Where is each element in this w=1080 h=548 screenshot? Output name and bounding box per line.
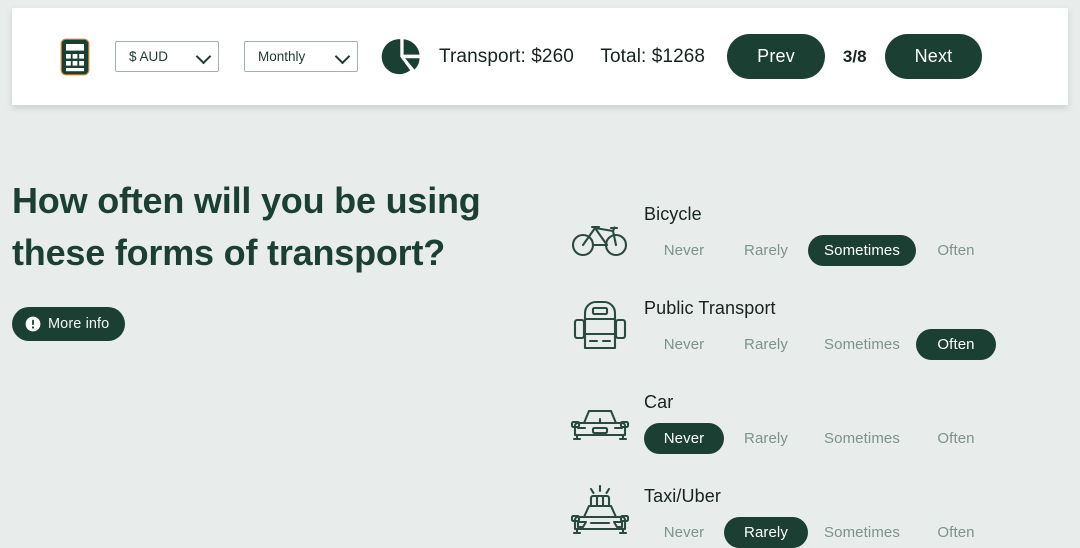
info-exclamation-icon: [25, 316, 41, 332]
car-icon-wrap: [568, 406, 632, 454]
summary-text: Transport: $260 Total: $1268: [439, 46, 705, 68]
next-button[interactable]: Next: [884, 34, 983, 79]
summary-toolbar: $ AUD Monthly Transport: $260 Total: $12…: [12, 8, 1068, 105]
bus-icon-wrap: [568, 300, 632, 360]
page-indicator: 3/8: [842, 46, 867, 66]
transport-label: Bicycle: [644, 204, 702, 224]
calculator-icon: [60, 38, 90, 75]
frequency-options: Never Rarely Sometimes Often: [644, 517, 1068, 548]
transport-frequency-list: Bicycle Never Rarely Sometimes Often Pub…: [568, 172, 1068, 548]
frequency-select[interactable]: Monthly: [244, 41, 358, 72]
transport-row-body: Bicycle Never Rarely Sometimes Often: [632, 204, 1068, 266]
option-never[interactable]: Never: [644, 423, 724, 454]
bicycle-icon: [571, 225, 628, 257]
transport-label: Taxi/Uber: [644, 486, 721, 506]
grand-total: Total: $1268: [600, 45, 706, 67]
option-often[interactable]: Often: [916, 329, 996, 360]
option-never[interactable]: Never: [644, 235, 724, 266]
currency-select-wrap[interactable]: $ AUD: [115, 41, 219, 72]
option-rarely[interactable]: Rarely: [724, 329, 808, 360]
transport-label: Public Transport: [644, 298, 776, 318]
bicycle-icon-wrap: [568, 218, 632, 266]
question-panel: How often will you be using these forms …: [12, 175, 532, 341]
frequency-select-wrap[interactable]: Monthly: [244, 41, 358, 72]
option-sometimes[interactable]: Sometimes: [808, 235, 916, 266]
page-title: How often will you be using these forms …: [12, 180, 481, 273]
category-total: Transport: $260: [439, 45, 574, 67]
option-sometimes[interactable]: Sometimes: [808, 329, 916, 360]
frequency-options: Never Rarely Sometimes Often: [644, 235, 1068, 266]
transport-label: Car: [644, 392, 674, 412]
transport-row-body: Public Transport Never Rarely Sometimes …: [632, 298, 1068, 360]
currency-select[interactable]: $ AUD: [115, 41, 219, 72]
option-often[interactable]: Often: [916, 235, 996, 266]
frequency-options: Never Rarely Sometimes Often: [644, 329, 1068, 360]
car-icon: [571, 409, 629, 441]
transport-row-body: Taxi/Uber Never Rarely Sometimes Often: [632, 486, 1068, 548]
transport-row: Bicycle Never Rarely Sometimes Often: [568, 172, 1068, 266]
option-rarely[interactable]: Rarely: [724, 235, 808, 266]
pie-chart-icon: [381, 38, 420, 74]
option-rarely[interactable]: Rarely: [724, 517, 808, 548]
option-often[interactable]: Often: [916, 517, 996, 548]
more-info-label: More info: [48, 316, 110, 332]
prev-button[interactable]: Prev: [727, 34, 825, 79]
option-rarely[interactable]: Rarely: [724, 423, 808, 454]
transport-row: Public Transport Never Rarely Sometimes …: [568, 266, 1068, 360]
transport-row: Taxi/Uber Never Rarely Sometimes Often: [568, 454, 1068, 548]
taxi-icon: [571, 484, 629, 535]
more-info-button[interactable]: More info: [12, 307, 126, 341]
transport-row-body: Car Never Rarely Sometimes Often: [632, 392, 1068, 454]
bus-icon: [573, 300, 627, 350]
option-never[interactable]: Never: [644, 329, 724, 360]
option-sometimes[interactable]: Sometimes: [808, 517, 916, 548]
transport-row: Car Never Rarely Sometimes Often: [568, 360, 1068, 454]
option-sometimes[interactable]: Sometimes: [808, 423, 916, 454]
option-never[interactable]: Never: [644, 517, 724, 548]
option-often[interactable]: Often: [916, 423, 996, 454]
frequency-options: Never Rarely Sometimes Often: [644, 423, 1068, 454]
taxi-icon-wrap: [568, 484, 632, 548]
calculator-icon-wrap: [60, 38, 90, 76]
